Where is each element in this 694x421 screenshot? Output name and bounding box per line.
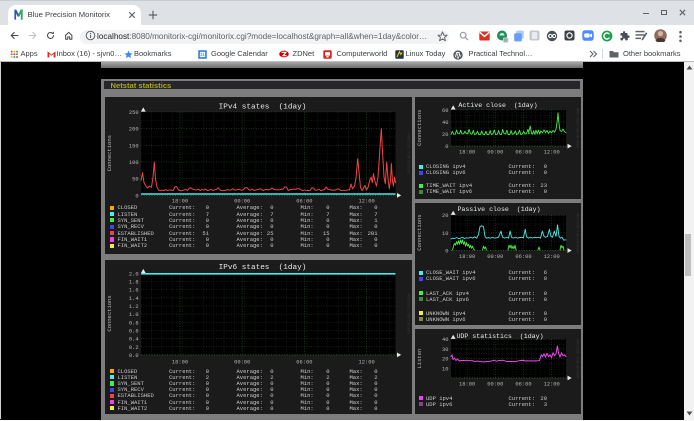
svg-text:31: 31 bbox=[200, 52, 205, 57]
svg-text:60: 60 bbox=[442, 108, 448, 114]
svg-text:Connections: Connections bbox=[106, 135, 113, 171]
svg-text:00:00: 00:00 bbox=[487, 149, 503, 155]
svg-text:40: 40 bbox=[442, 338, 448, 344]
svg-text:2.0: 2.0 bbox=[128, 271, 138, 277]
svg-text:20: 20 bbox=[442, 214, 448, 220]
svg-text:10: 10 bbox=[442, 231, 448, 237]
svg-text:150: 150 bbox=[128, 143, 138, 149]
svg-text:Active close (1day): Active close (1day) bbox=[458, 102, 537, 109]
svg-text:RRDTOOL / TOBI OETIKER: RRDTOOL / TOBI OETIKER bbox=[575, 339, 579, 380]
svg-text:0: 0 bbox=[135, 193, 138, 199]
svg-text:06:00: 06:00 bbox=[515, 149, 531, 155]
svg-text:20: 20 bbox=[442, 132, 448, 138]
svg-text:200: 200 bbox=[128, 126, 138, 132]
svg-text:18:00: 18:00 bbox=[459, 382, 475, 388]
svg-text:0.4: 0.4 bbox=[128, 336, 138, 342]
svg-text:1.4: 1.4 bbox=[128, 295, 138, 301]
svg-text:100: 100 bbox=[128, 160, 138, 166]
svg-text:12:00: 12:00 bbox=[358, 359, 374, 365]
svg-text:IPv4 states (1day): IPv4 states (1day) bbox=[218, 103, 306, 111]
svg-text:UDP statistics (1day): UDP statistics (1day) bbox=[456, 334, 543, 341]
svg-text:1.0: 1.0 bbox=[128, 312, 138, 318]
svg-text:12:00: 12:00 bbox=[543, 149, 559, 155]
svg-text:10: 10 bbox=[442, 367, 448, 373]
svg-text:Connections: Connections bbox=[416, 215, 423, 251]
svg-text:RRDTOOL / TOBI OETIKER: RRDTOOL / TOBI OETIKER bbox=[575, 108, 579, 149]
svg-text:Connections: Connections bbox=[106, 295, 113, 331]
svg-text:0.0: 0.0 bbox=[128, 352, 138, 358]
svg-text:06:00: 06:00 bbox=[515, 382, 531, 388]
svg-text:0.2: 0.2 bbox=[128, 344, 138, 350]
svg-text:1.8: 1.8 bbox=[128, 279, 138, 285]
svg-text:50: 50 bbox=[132, 176, 138, 182]
svg-text:20: 20 bbox=[442, 357, 448, 363]
svg-text:Connections: Connections bbox=[416, 109, 423, 145]
svg-text:RRDTOOL / TOBI OETIKER: RRDTOOL / TOBI OETIKER bbox=[406, 133, 410, 174]
svg-text:RRDTOOL / TOBI OETIKER: RRDTOOL / TOBI OETIKER bbox=[575, 213, 579, 254]
svg-text:1.2: 1.2 bbox=[128, 304, 138, 310]
svg-text:0.8: 0.8 bbox=[128, 320, 138, 326]
svg-text:18:00: 18:00 bbox=[459, 254, 475, 260]
svg-text:18:00: 18:00 bbox=[171, 359, 187, 365]
svg-text:1.6: 1.6 bbox=[128, 287, 138, 293]
svg-text:0: 0 bbox=[445, 144, 448, 150]
svg-text:40: 40 bbox=[442, 120, 448, 126]
svg-text:18:00: 18:00 bbox=[459, 149, 475, 155]
svg-text:Passive close (1day): Passive close (1day) bbox=[457, 207, 540, 214]
svg-text:0: 0 bbox=[445, 249, 448, 255]
svg-text:00:00: 00:00 bbox=[234, 359, 250, 365]
svg-text:30: 30 bbox=[442, 347, 448, 353]
svg-text:250: 250 bbox=[128, 110, 138, 116]
svg-text:0.6: 0.6 bbox=[128, 328, 138, 334]
svg-text:00:00: 00:00 bbox=[487, 382, 503, 388]
svg-text:06:00: 06:00 bbox=[515, 254, 531, 260]
svg-text:Listen: Listen bbox=[416, 349, 423, 369]
svg-text:RRDTOOL / TOBI OETIKER: RRDTOOL / TOBI OETIKER bbox=[406, 294, 410, 335]
svg-text:IPv6 states (1day): IPv6 states (1day) bbox=[218, 264, 306, 272]
svg-text:12:00: 12:00 bbox=[543, 254, 559, 260]
svg-text:12:00: 12:00 bbox=[543, 382, 559, 388]
svg-text:06:00: 06:00 bbox=[296, 359, 312, 365]
svg-text:00:00: 00:00 bbox=[487, 254, 503, 260]
